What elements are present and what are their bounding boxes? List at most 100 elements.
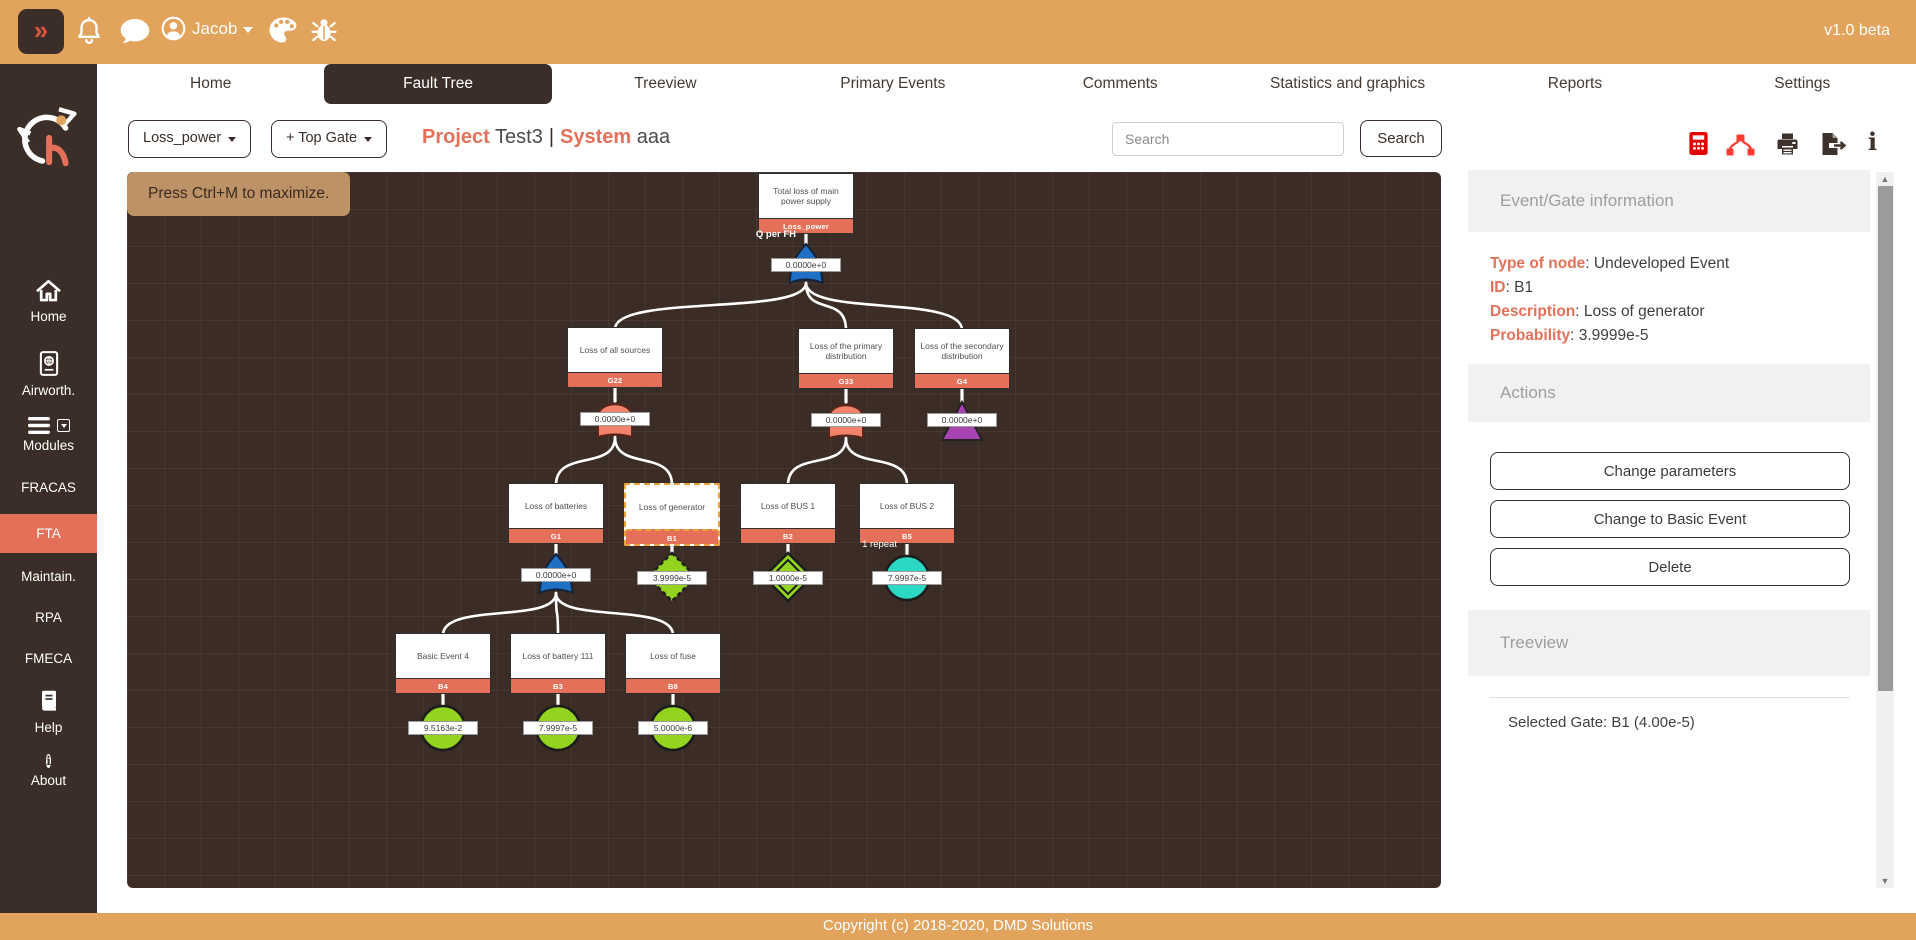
sidebar-item-fta[interactable]: FTA bbox=[0, 514, 97, 553]
palette-icon[interactable] bbox=[267, 14, 299, 51]
bug-icon[interactable] bbox=[309, 15, 339, 50]
scroll-down-icon[interactable]: ▼ bbox=[1876, 876, 1894, 886]
tree-node-G22[interactable]: Loss of all sourcesG22 bbox=[567, 327, 663, 388]
field-id: ID: B1 bbox=[1490, 279, 1533, 297]
tab-home[interactable]: Home bbox=[97, 64, 324, 104]
fault-tree-canvas[interactable]: Total loss of main power supplyLoss_powe… bbox=[127, 172, 1441, 888]
probability-badge: 3.9999e-5 bbox=[637, 571, 707, 585]
sidebar-item-home[interactable]: Home bbox=[0, 278, 97, 324]
file-export-icon[interactable] bbox=[1820, 132, 1848, 161]
tree-node-B1[interactable]: Loss of generatorB1 bbox=[624, 483, 720, 546]
search-button[interactable]: Search bbox=[1360, 120, 1442, 157]
panel-scrollbar[interactable]: ▲ ▼ bbox=[1876, 172, 1894, 888]
info-icon[interactable]: i bbox=[1868, 130, 1877, 154]
chevron-down-icon bbox=[364, 137, 372, 142]
username: Jacob bbox=[192, 19, 237, 39]
tab-fault-tree[interactable]: Fault Tree bbox=[324, 64, 551, 104]
node-id-tag: B4 bbox=[396, 678, 490, 693]
field-type-of-node: Type of node: Undeveloped Event bbox=[1490, 255, 1729, 273]
node-id-tag: B1 bbox=[626, 529, 718, 544]
tree-node-B2[interactable]: Loss of BUS 1B2 bbox=[740, 483, 836, 544]
collapse-sidebar-button[interactable]: » bbox=[18, 9, 64, 54]
node-side-label: Q per FH bbox=[756, 229, 796, 240]
fta-application-window: » Jacob v1.0 beta bbox=[0, 0, 1916, 940]
node-id-tag: B8 bbox=[626, 678, 720, 693]
tree-select-dropdown[interactable]: Loss_power bbox=[128, 120, 251, 158]
tab-primary-events[interactable]: Primary Events bbox=[779, 64, 1006, 104]
probability-badge: 5.0000e-6 bbox=[638, 721, 708, 735]
probability-badge: 0.0000e+0 bbox=[811, 413, 881, 427]
field-description: Description: Loss of generator bbox=[1490, 303, 1705, 321]
node-id-tag: B3 bbox=[511, 678, 605, 693]
node-label: Loss of BUS 1 bbox=[741, 484, 835, 528]
chat-icon[interactable] bbox=[118, 14, 152, 53]
sidebar-item-about[interactable]: i About bbox=[0, 753, 97, 788]
tab-comments[interactable]: Comments bbox=[1007, 64, 1234, 104]
node-label: Loss of fuse bbox=[626, 634, 720, 678]
bell-icon[interactable] bbox=[74, 15, 104, 52]
node-id-tag: G22 bbox=[568, 372, 662, 387]
tree-node-Loss_power[interactable]: Total loss of main power supplyLoss_powe… bbox=[758, 173, 854, 234]
sidebar-item-modules[interactable]: Modules bbox=[0, 416, 97, 453]
tree-node-B5[interactable]: Loss of BUS 2B5 bbox=[859, 483, 955, 544]
probability-badge: 1.0000e-5 bbox=[753, 571, 823, 585]
tab-settings[interactable]: Settings bbox=[1689, 64, 1916, 104]
sidebar-item-rpa[interactable]: RPA bbox=[0, 610, 97, 625]
delete-button[interactable]: Delete bbox=[1490, 548, 1850, 586]
node-label: Loss of battery 111 bbox=[511, 634, 605, 678]
user-circle-icon bbox=[160, 15, 187, 42]
sidebar-item-help[interactable]: Help bbox=[0, 688, 97, 735]
field-probability: Probability: 3.9999e-5 bbox=[1490, 327, 1649, 345]
passport-icon bbox=[36, 350, 62, 377]
treeview-header: Treeview bbox=[1468, 610, 1870, 676]
change-parameters-button[interactable]: Change parameters bbox=[1490, 452, 1850, 490]
selected-gate-text: Selected Gate: B1 (4.00e-5) bbox=[1508, 714, 1695, 731]
modules-expand-icon bbox=[57, 419, 70, 432]
sidebar-item-fmeca[interactable]: FMECA bbox=[0, 651, 97, 666]
tree-node-G33[interactable]: Loss of the primary distributionG33 bbox=[798, 328, 894, 389]
scrollbar-thumb[interactable] bbox=[1878, 186, 1893, 691]
scroll-up-icon[interactable]: ▲ bbox=[1876, 174, 1894, 184]
copyright-text: Copyright (c) 2018-2020, DMD Solutions bbox=[823, 917, 1093, 934]
node-label: Loss of batteries bbox=[509, 484, 603, 528]
sidebar-item-maintain[interactable]: Maintain. bbox=[0, 569, 97, 584]
tree-node-B8[interactable]: Loss of fuseB8 bbox=[625, 633, 721, 694]
tab-treeview[interactable]: Treeview bbox=[552, 64, 779, 104]
change-to-basic-event-button[interactable]: Change to Basic Event bbox=[1490, 500, 1850, 538]
calculator-icon[interactable] bbox=[1687, 131, 1710, 161]
node-id-tag: G1 bbox=[509, 528, 603, 543]
node-label: Loss of all sources bbox=[568, 328, 662, 372]
actions-header: Actions bbox=[1468, 364, 1870, 422]
project-diagram-icon[interactable] bbox=[1726, 134, 1755, 161]
main-tabbar: Home Fault Tree Treeview Primary Events … bbox=[97, 64, 1916, 104]
event-gate-info-header: Event/Gate information bbox=[1468, 170, 1870, 232]
node-side-label: 1 repeat bbox=[862, 539, 897, 550]
node-label: Loss of the primary distribution bbox=[799, 329, 893, 373]
footer: Copyright (c) 2018-2020, DMD Solutions bbox=[0, 913, 1916, 940]
tree-node-B3[interactable]: Loss of battery 111B3 bbox=[510, 633, 606, 694]
app-version: v1.0 beta bbox=[1824, 22, 1890, 40]
sidebar-item-airworthiness[interactable]: Airworth. bbox=[0, 350, 97, 398]
printer-icon[interactable] bbox=[1775, 132, 1800, 161]
probability-badge: 7.9997e-5 bbox=[872, 571, 942, 585]
sidebar-item-fracas[interactable]: FRACAS bbox=[0, 480, 97, 495]
probability-badge: 0.0000e+0 bbox=[580, 412, 650, 426]
add-top-gate-dropdown[interactable]: + Top Gate bbox=[271, 120, 387, 158]
probability-badge: 0.0000e+0 bbox=[521, 568, 591, 582]
probability-badge: 0.0000e+0 bbox=[771, 258, 841, 272]
tree-node-G4[interactable]: Loss of the secondary distributionG4 bbox=[914, 328, 1010, 389]
tab-reports[interactable]: Reports bbox=[1461, 64, 1688, 104]
page-title: Project Test3|System aaa bbox=[422, 126, 670, 149]
user-menu[interactable]: Jacob bbox=[160, 15, 253, 42]
bars-icon bbox=[27, 416, 51, 435]
info-circle-icon: i bbox=[46, 754, 51, 768]
probability-badge: 9.5163e-2 bbox=[408, 721, 478, 735]
tree-node-G1[interactable]: Loss of batteriesG1 bbox=[508, 483, 604, 544]
node-id-tag: G33 bbox=[799, 373, 893, 388]
node-label: Loss of the secondary distribution bbox=[915, 329, 1009, 373]
tab-statistics[interactable]: Statistics and graphics bbox=[1234, 64, 1461, 104]
node-label: Total loss of main power supply bbox=[759, 174, 853, 218]
probability-badge: 7.9997e-5 bbox=[523, 721, 593, 735]
tree-node-B4[interactable]: Basic Event 4B4 bbox=[395, 633, 491, 694]
search-input[interactable] bbox=[1112, 122, 1344, 156]
